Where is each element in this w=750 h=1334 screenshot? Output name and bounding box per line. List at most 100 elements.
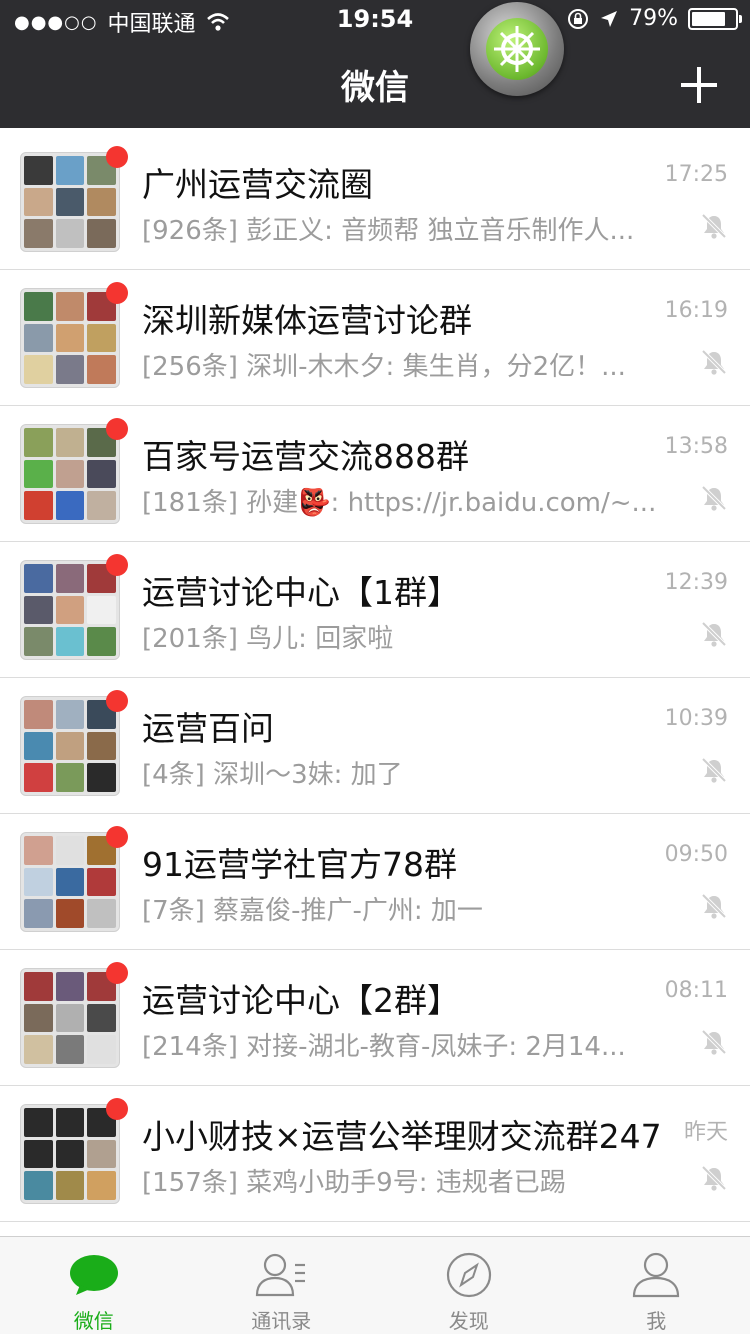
chat-preview: [201条] 鸟儿: 回家啦 (142, 624, 394, 654)
avatar-tile (87, 1171, 116, 1200)
avatar-tile (24, 700, 53, 729)
status-bar: ●●●○○ 中国联通 19:54 79% (0, 0, 750, 40)
chat-row[interactable]: 运营讨论中心【2群】 08:11 [214条] 对接-湖北-教育-凤妹子: 2月… (0, 950, 750, 1086)
avatar-tile (55, 323, 85, 353)
avatar-tile (24, 899, 53, 928)
chat-preview: [4条] 深圳～3妹: 加了 (142, 760, 403, 790)
avatar-tile (55, 459, 85, 489)
avatar-tile (55, 595, 85, 625)
avatar-tile (87, 219, 116, 248)
status-right: 79% (567, 6, 742, 31)
battery-level (692, 11, 726, 26)
chat-preview: [7条] 蔡嘉俊-推广-广州: 加一 (142, 896, 483, 926)
person-icon (633, 1252, 680, 1298)
avatar-tile (55, 428, 85, 457)
chat-name: 运营讨论中心【2群】 (142, 981, 460, 1020)
avatar-tile (24, 355, 53, 384)
tab-bar: 微信 通讯录 发现 我 (0, 1236, 750, 1334)
chat-name: 百家号运营交流888群 (142, 437, 469, 476)
avatar-tile (24, 156, 53, 185)
avatar-tile (24, 292, 53, 321)
tab-discover[interactable]: 发现 (375, 1237, 563, 1334)
avatar-tile (87, 355, 116, 384)
unread-dot (106, 690, 128, 712)
chat-row[interactable]: 广州运营交流圈 17:25 [926条] 彭正义: 音频帮 独立音乐制作人... (0, 134, 750, 270)
avatar-tile (55, 627, 85, 656)
avatar-tile (55, 292, 85, 321)
tab-label: 通讯录 (251, 1309, 312, 1333)
group-avatar (20, 832, 120, 932)
avatar-tile (55, 972, 85, 1001)
muted-bell-icon (701, 757, 727, 783)
unread-dot (106, 282, 128, 304)
unread-dot (106, 418, 128, 440)
avatar-tile (87, 1003, 116, 1033)
avatar-tile (55, 564, 85, 593)
tab-chats[interactable]: 微信 (0, 1237, 188, 1334)
avatar-tile (24, 459, 53, 489)
chat-preview: [926条] 彭正义: 音频帮 独立音乐制作人... (142, 216, 635, 246)
avatar-tile (55, 491, 85, 520)
avatar-tile (24, 323, 53, 353)
tab-contacts[interactable]: 通讯录 (188, 1237, 376, 1334)
orientation-lock-icon (568, 8, 589, 29)
avatar-tile (24, 1003, 53, 1033)
unread-dot (106, 554, 128, 576)
avatar-tile (24, 491, 53, 520)
avatar-tile (55, 1003, 85, 1033)
battery-percent: 79% (629, 6, 678, 31)
floating-assistant-button[interactable] (470, 2, 564, 96)
tab-label: 微信 (73, 1309, 114, 1333)
chat-row[interactable]: 91运营学社官方78群 09:50 [7条] 蔡嘉俊-推广-广州: 加一 (0, 814, 750, 950)
chat-row[interactable]: 百家号运营交流888群 13:58 [181条] 孙建👺: https://jr… (0, 406, 750, 542)
chat-row[interactable]: 小小财技×运营公举理财交流群247 昨天 [157条] 菜鸡小助手9号: 违规者… (0, 1086, 750, 1222)
chat-time: 08:11 (664, 978, 728, 1003)
chat-row[interactable]: 运营百问 10:39 [4条] 深圳～3妹: 加了 (0, 678, 750, 814)
avatar-tile (87, 731, 116, 761)
avatar-tile (24, 1171, 53, 1200)
avatar-tile (55, 1139, 85, 1169)
chat-preview: [157条] 菜鸡小助手9号: 违规者已踢 (142, 1168, 566, 1198)
chat-time: 10:39 (664, 706, 728, 731)
avatar-tile (24, 763, 53, 792)
chat-time: 17:25 (664, 162, 728, 187)
avatar-tile (24, 187, 53, 217)
avatar-tile (24, 564, 53, 593)
avatar-tile (55, 731, 85, 761)
avatar-tile (55, 700, 85, 729)
muted-bell-icon (701, 1029, 727, 1055)
unread-dot (106, 962, 128, 984)
avatar-tile (24, 1035, 53, 1064)
avatar-tile (55, 899, 85, 928)
muted-bell-icon (701, 893, 727, 919)
avatar-tile (24, 627, 53, 656)
tab-me[interactable]: 我 (563, 1237, 750, 1334)
avatar-tile (55, 1171, 85, 1200)
group-avatar (20, 288, 120, 388)
avatar-tile (87, 187, 116, 217)
avatar-tile (55, 763, 85, 792)
avatar-tile (24, 972, 53, 1001)
muted-bell-icon (701, 213, 727, 239)
avatar-tile (87, 899, 116, 928)
chat-row[interactable]: 运营讨论中心【1群】 12:39 [201条] 鸟儿: 回家啦 (0, 542, 750, 678)
chat-preview: [214条] 对接-湖北-教育-凤妹子: 2月14... (142, 1032, 626, 1062)
chat-time: 16:19 (664, 298, 728, 323)
chat-name: 运营讨论中心【1群】 (142, 573, 460, 612)
avatar-tile (55, 1035, 85, 1064)
unread-dot (106, 826, 128, 848)
avatar-tile (55, 836, 85, 865)
chat-row[interactable]: 深圳新媒体运营讨论群 16:19 [256条] 深圳-木木夕: 集生肖，分2亿！… (0, 270, 750, 406)
avatar-tile (55, 156, 85, 185)
muted-bell-icon (701, 485, 727, 511)
group-avatar (20, 152, 120, 252)
avatar-tile (55, 187, 85, 217)
page-title: 微信 (341, 68, 409, 108)
chat-name: 91运营学社官方78群 (142, 845, 457, 884)
ship-wheel-icon (486, 18, 548, 80)
avatar-tile (55, 355, 85, 384)
add-button[interactable] (680, 66, 718, 104)
chat-time: 09:50 (664, 842, 728, 867)
muted-bell-icon (701, 1165, 727, 1191)
chat-preview: [256条] 深圳-木木夕: 集生肖，分2亿！... (142, 352, 626, 382)
